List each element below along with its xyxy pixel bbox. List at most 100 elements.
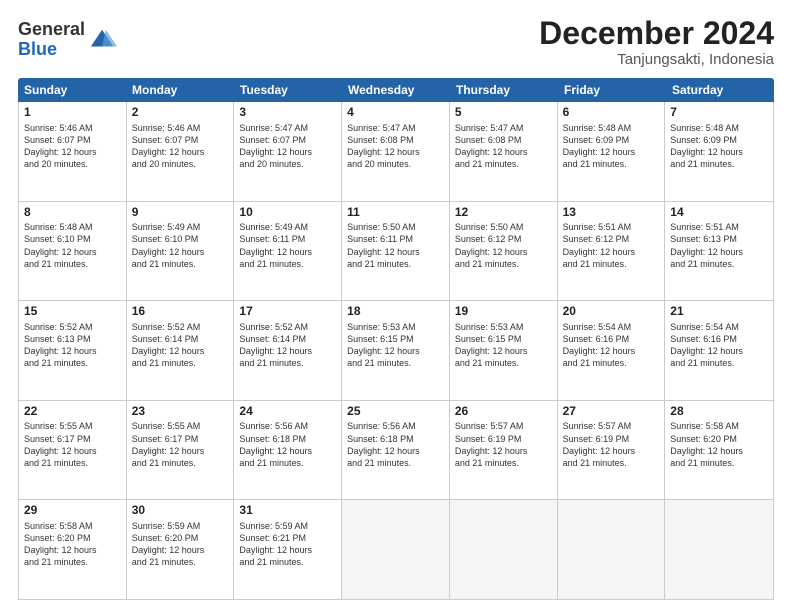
cell-info: Sunrise: 5:52 AM Sunset: 6:14 PM Dayligh…	[239, 321, 336, 370]
calendar-cell: 6Sunrise: 5:48 AM Sunset: 6:09 PM Daylig…	[558, 102, 666, 201]
cell-info: Sunrise: 5:49 AM Sunset: 6:11 PM Dayligh…	[239, 221, 336, 270]
cell-info: Sunrise: 5:48 AM Sunset: 6:09 PM Dayligh…	[563, 122, 660, 171]
month-title: December 2024	[539, 16, 774, 51]
calendar-cell: 10Sunrise: 5:49 AM Sunset: 6:11 PM Dayli…	[234, 202, 342, 301]
calendar-body: 1Sunrise: 5:46 AM Sunset: 6:07 PM Daylig…	[18, 102, 774, 600]
cell-info: Sunrise: 5:50 AM Sunset: 6:12 PM Dayligh…	[455, 221, 552, 270]
calendar-cell: 13Sunrise: 5:51 AM Sunset: 6:12 PM Dayli…	[558, 202, 666, 301]
cell-info: Sunrise: 5:53 AM Sunset: 6:15 PM Dayligh…	[455, 321, 552, 370]
day-number: 30	[132, 503, 229, 519]
header: General Blue December 2024 Tanjungsakti,…	[18, 16, 774, 68]
calendar-cell: 14Sunrise: 5:51 AM Sunset: 6:13 PM Dayli…	[665, 202, 773, 301]
day-number: 7	[670, 105, 768, 121]
calendar-cell: 3Sunrise: 5:47 AM Sunset: 6:07 PM Daylig…	[234, 102, 342, 201]
cell-info: Sunrise: 5:50 AM Sunset: 6:11 PM Dayligh…	[347, 221, 444, 270]
day-number: 20	[563, 304, 660, 320]
calendar-cell	[558, 500, 666, 599]
day-number: 26	[455, 404, 552, 420]
cell-info: Sunrise: 5:47 AM Sunset: 6:08 PM Dayligh…	[455, 122, 552, 171]
page: General Blue December 2024 Tanjungsakti,…	[0, 0, 792, 612]
calendar-header-cell: Saturday	[666, 78, 774, 102]
day-number: 18	[347, 304, 444, 320]
title-block: December 2024 Tanjungsakti, Indonesia	[539, 16, 774, 68]
calendar-cell: 22Sunrise: 5:55 AM Sunset: 6:17 PM Dayli…	[19, 401, 127, 500]
calendar-cell: 21Sunrise: 5:54 AM Sunset: 6:16 PM Dayli…	[665, 301, 773, 400]
logo: General Blue	[18, 20, 117, 60]
cell-info: Sunrise: 5:48 AM Sunset: 6:09 PM Dayligh…	[670, 122, 768, 171]
cell-info: Sunrise: 5:59 AM Sunset: 6:20 PM Dayligh…	[132, 520, 229, 569]
calendar-cell: 26Sunrise: 5:57 AM Sunset: 6:19 PM Dayli…	[450, 401, 558, 500]
calendar-header-cell: Friday	[558, 78, 666, 102]
cell-info: Sunrise: 5:54 AM Sunset: 6:16 PM Dayligh…	[563, 321, 660, 370]
logo-general: General	[18, 19, 85, 39]
cell-info: Sunrise: 5:57 AM Sunset: 6:19 PM Dayligh…	[563, 420, 660, 469]
calendar-cell: 19Sunrise: 5:53 AM Sunset: 6:15 PM Dayli…	[450, 301, 558, 400]
calendar: SundayMondayTuesdayWednesdayThursdayFrid…	[18, 78, 774, 600]
calendar-cell: 4Sunrise: 5:47 AM Sunset: 6:08 PM Daylig…	[342, 102, 450, 201]
calendar-cell: 18Sunrise: 5:53 AM Sunset: 6:15 PM Dayli…	[342, 301, 450, 400]
day-number: 2	[132, 105, 229, 121]
logo-blue: Blue	[18, 39, 57, 59]
day-number: 10	[239, 205, 336, 221]
day-number: 27	[563, 404, 660, 420]
calendar-cell: 30Sunrise: 5:59 AM Sunset: 6:20 PM Dayli…	[127, 500, 235, 599]
calendar-cell: 24Sunrise: 5:56 AM Sunset: 6:18 PM Dayli…	[234, 401, 342, 500]
cell-info: Sunrise: 5:49 AM Sunset: 6:10 PM Dayligh…	[132, 221, 229, 270]
day-number: 1	[24, 105, 121, 121]
cell-info: Sunrise: 5:57 AM Sunset: 6:19 PM Dayligh…	[455, 420, 552, 469]
cell-info: Sunrise: 5:55 AM Sunset: 6:17 PM Dayligh…	[132, 420, 229, 469]
calendar-cell: 1Sunrise: 5:46 AM Sunset: 6:07 PM Daylig…	[19, 102, 127, 201]
cell-info: Sunrise: 5:46 AM Sunset: 6:07 PM Dayligh…	[132, 122, 229, 171]
location: Tanjungsakti, Indonesia	[539, 51, 774, 68]
calendar-cell: 15Sunrise: 5:52 AM Sunset: 6:13 PM Dayli…	[19, 301, 127, 400]
calendar-cell: 25Sunrise: 5:56 AM Sunset: 6:18 PM Dayli…	[342, 401, 450, 500]
day-number: 24	[239, 404, 336, 420]
calendar-cell: 29Sunrise: 5:58 AM Sunset: 6:20 PM Dayli…	[19, 500, 127, 599]
day-number: 5	[455, 105, 552, 121]
cell-info: Sunrise: 5:46 AM Sunset: 6:07 PM Dayligh…	[24, 122, 121, 171]
calendar-cell: 27Sunrise: 5:57 AM Sunset: 6:19 PM Dayli…	[558, 401, 666, 500]
calendar-header-cell: Wednesday	[342, 78, 450, 102]
calendar-header-row: SundayMondayTuesdayWednesdayThursdayFrid…	[18, 78, 774, 102]
cell-info: Sunrise: 5:58 AM Sunset: 6:20 PM Dayligh…	[670, 420, 768, 469]
day-number: 29	[24, 503, 121, 519]
calendar-cell: 23Sunrise: 5:55 AM Sunset: 6:17 PM Dayli…	[127, 401, 235, 500]
day-number: 17	[239, 304, 336, 320]
calendar-header-cell: Thursday	[450, 78, 558, 102]
day-number: 13	[563, 205, 660, 221]
day-number: 28	[670, 404, 768, 420]
calendar-week: 15Sunrise: 5:52 AM Sunset: 6:13 PM Dayli…	[19, 300, 773, 400]
logo-icon	[89, 26, 117, 54]
cell-info: Sunrise: 5:51 AM Sunset: 6:13 PM Dayligh…	[670, 221, 768, 270]
day-number: 31	[239, 503, 336, 519]
day-number: 3	[239, 105, 336, 121]
calendar-cell: 16Sunrise: 5:52 AM Sunset: 6:14 PM Dayli…	[127, 301, 235, 400]
calendar-cell: 12Sunrise: 5:50 AM Sunset: 6:12 PM Dayli…	[450, 202, 558, 301]
day-number: 25	[347, 404, 444, 420]
cell-info: Sunrise: 5:48 AM Sunset: 6:10 PM Dayligh…	[24, 221, 121, 270]
day-number: 21	[670, 304, 768, 320]
calendar-header-cell: Sunday	[18, 78, 126, 102]
day-number: 4	[347, 105, 444, 121]
cell-info: Sunrise: 5:47 AM Sunset: 6:08 PM Dayligh…	[347, 122, 444, 171]
cell-info: Sunrise: 5:47 AM Sunset: 6:07 PM Dayligh…	[239, 122, 336, 171]
calendar-cell: 20Sunrise: 5:54 AM Sunset: 6:16 PM Dayli…	[558, 301, 666, 400]
calendar-cell	[665, 500, 773, 599]
calendar-cell: 31Sunrise: 5:59 AM Sunset: 6:21 PM Dayli…	[234, 500, 342, 599]
calendar-cell: 9Sunrise: 5:49 AM Sunset: 6:10 PM Daylig…	[127, 202, 235, 301]
calendar-cell	[342, 500, 450, 599]
calendar-cell	[450, 500, 558, 599]
cell-info: Sunrise: 5:52 AM Sunset: 6:14 PM Dayligh…	[132, 321, 229, 370]
day-number: 12	[455, 205, 552, 221]
day-number: 19	[455, 304, 552, 320]
calendar-cell: 2Sunrise: 5:46 AM Sunset: 6:07 PM Daylig…	[127, 102, 235, 201]
calendar-week: 29Sunrise: 5:58 AM Sunset: 6:20 PM Dayli…	[19, 499, 773, 599]
day-number: 8	[24, 205, 121, 221]
calendar-week: 1Sunrise: 5:46 AM Sunset: 6:07 PM Daylig…	[19, 102, 773, 201]
day-number: 15	[24, 304, 121, 320]
cell-info: Sunrise: 5:55 AM Sunset: 6:17 PM Dayligh…	[24, 420, 121, 469]
cell-info: Sunrise: 5:56 AM Sunset: 6:18 PM Dayligh…	[239, 420, 336, 469]
day-number: 9	[132, 205, 229, 221]
day-number: 11	[347, 205, 444, 221]
logo-text: General Blue	[18, 20, 85, 60]
